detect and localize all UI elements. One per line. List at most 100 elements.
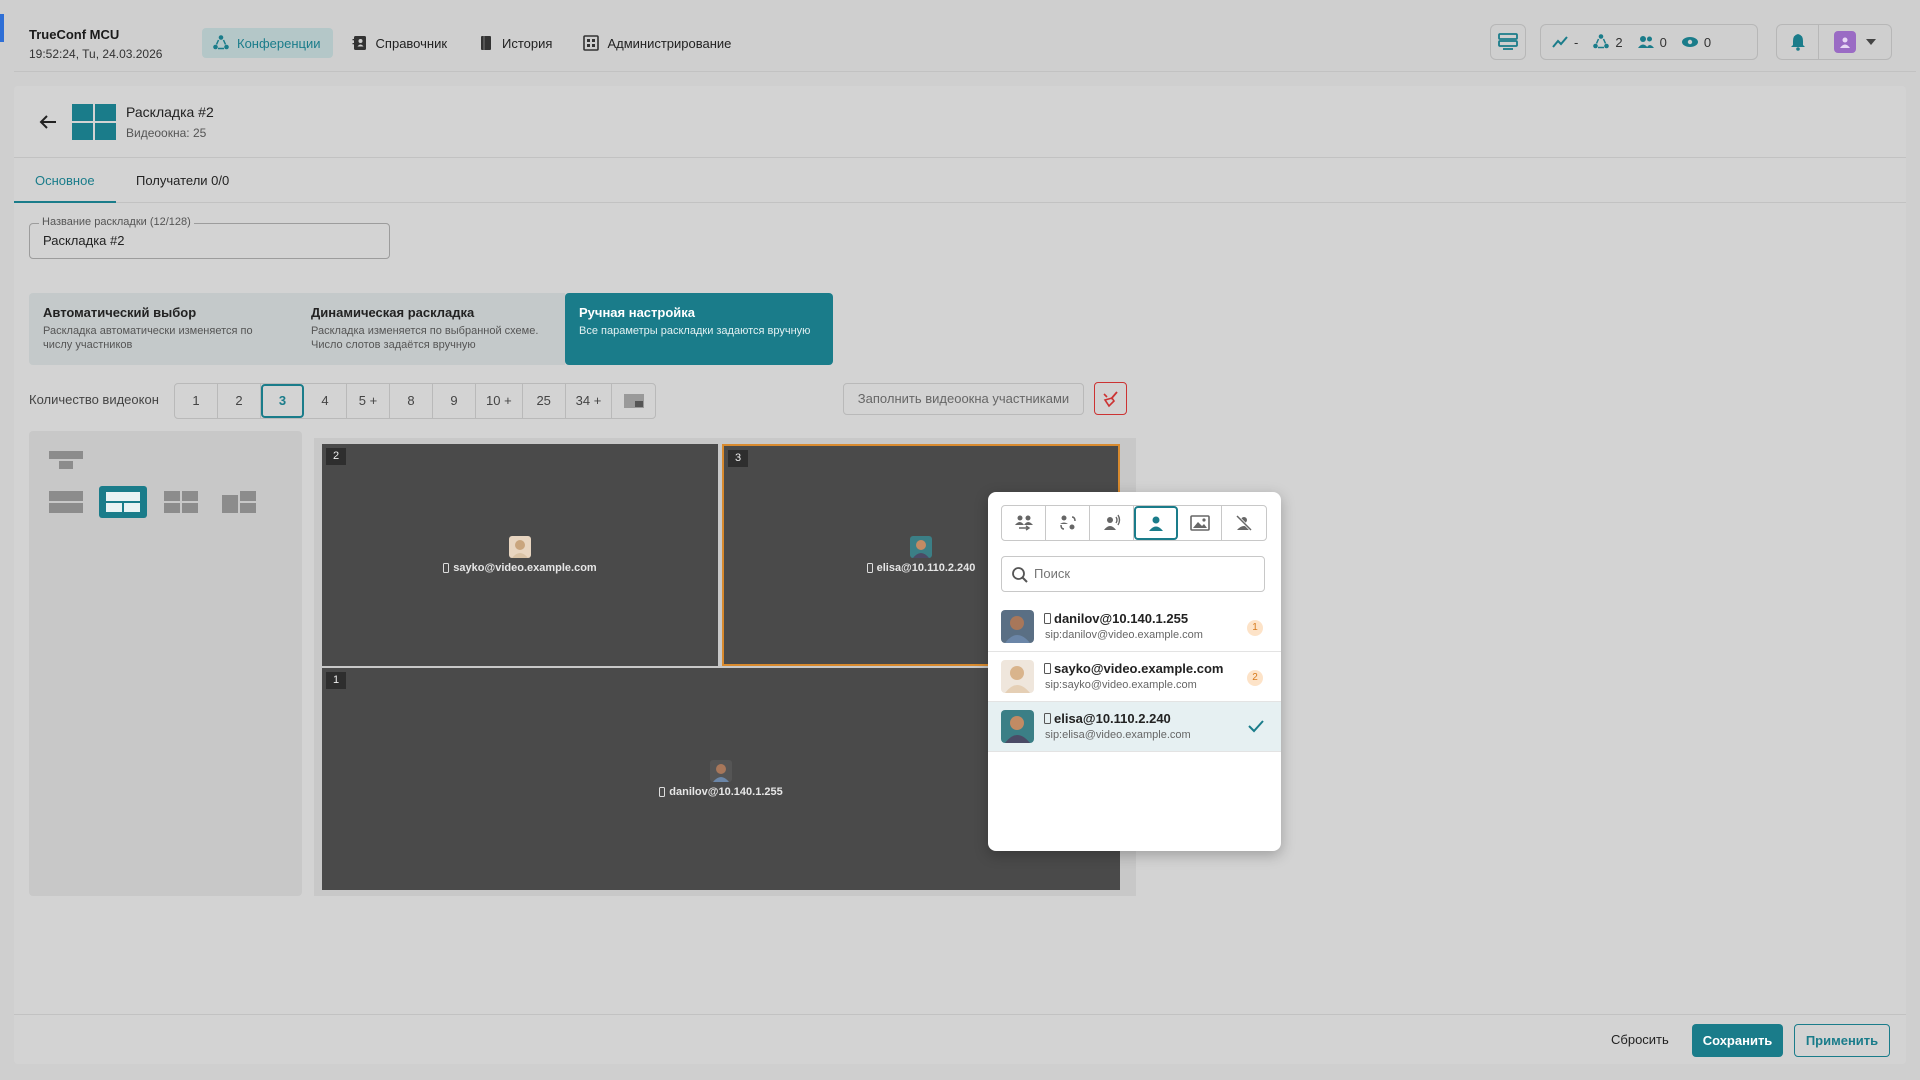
participant-sip: sip:elisa@video.example.com xyxy=(1045,729,1191,741)
source-speaker-button[interactable] xyxy=(1090,506,1134,540)
fill-slots-button[interactable]: Заполнить видеоокна участниками xyxy=(843,383,1084,415)
scheme-two-rows-icon[interactable] xyxy=(49,491,83,513)
mode-auto[interactable]: Автоматический выбор Раскладка автоматич… xyxy=(29,293,297,365)
scheme-grid-icon[interactable] xyxy=(164,491,198,513)
tab-main[interactable]: Основное xyxy=(14,159,116,203)
stat-conferences: 2 xyxy=(1592,33,1623,51)
mode-auto-desc: Раскладка автоматически изменяется по чи… xyxy=(43,325,253,351)
slot-participant-name: danilov@10.140.1.255 xyxy=(669,786,783,798)
reset-button[interactable]: Сбросить xyxy=(1611,1032,1669,1047)
phone-small-icon xyxy=(1044,613,1051,624)
user-controls xyxy=(1776,24,1892,60)
layout-mode-selector: Автоматический выбор Раскладка автоматич… xyxy=(29,293,833,365)
count-option[interactable]: 4 xyxy=(304,384,347,418)
participant-search-input[interactable] xyxy=(1034,566,1254,581)
save-button[interactable]: Сохранить xyxy=(1692,1024,1783,1057)
participant-item-selected[interactable]: elisa@10.110.2.240 sip:elisa@video.examp… xyxy=(988,702,1281,752)
eye-icon xyxy=(1681,37,1698,47)
clear-slots-button[interactable] xyxy=(1094,382,1127,415)
apply-button[interactable]: Применить xyxy=(1794,1024,1890,1057)
conferences-icon xyxy=(1593,34,1610,49)
participant-name: elisa@10.110.2.240 xyxy=(1044,711,1171,726)
back-arrow-icon[interactable] xyxy=(34,108,62,136)
participant-avatar xyxy=(1001,610,1034,643)
stat-viewers-value: 0 xyxy=(1703,34,1712,50)
layout-name-field: Название раскладки (12/128) xyxy=(29,216,390,259)
participant-name: sayko@video.example.com xyxy=(1044,661,1223,676)
search-icon xyxy=(1012,567,1028,583)
stat-participants: 0 xyxy=(1637,33,1667,51)
chart-line-icon xyxy=(1552,36,1568,48)
stats-panel[interactable]: - 2 0 0 xyxy=(1540,24,1758,60)
source-rotate-button[interactable] xyxy=(1046,506,1090,540)
user-icon xyxy=(1149,516,1163,531)
broom-icon xyxy=(1102,390,1118,407)
notifications-button[interactable] xyxy=(1777,25,1819,59)
source-none-button[interactable] xyxy=(1222,506,1266,540)
slot-participant-name: sayko@video.example.com xyxy=(453,562,597,574)
user-menu-button[interactable] xyxy=(1819,25,1891,59)
count-option[interactable]: 2 xyxy=(218,384,261,418)
source-auto-button[interactable] xyxy=(1002,506,1046,540)
admin-icon xyxy=(583,35,600,51)
count-option[interactable]: 1 xyxy=(175,384,218,418)
server-button[interactable] xyxy=(1490,24,1526,60)
nav-address-book-label: Справочник xyxy=(375,35,448,51)
bell-icon xyxy=(1790,34,1805,51)
footer-actions: Сбросить Сохранить Применить xyxy=(14,1014,1906,1064)
layout-grid-icon xyxy=(72,104,116,140)
tab-recipients[interactable]: Получатели 0/0 xyxy=(115,159,250,203)
source-participant-button[interactable] xyxy=(1134,506,1178,540)
pip-layout-icon xyxy=(623,394,644,408)
nav-administration[interactable]: Администрирование xyxy=(572,28,743,58)
count-option-custom[interactable] xyxy=(612,384,655,418)
nav-conferences[interactable]: Конференции xyxy=(202,28,333,58)
mode-dynamic[interactable]: Динамическая раскладка Раскладка изменяе… xyxy=(297,293,565,365)
scheme-one-over-two[interactable] xyxy=(99,486,147,518)
layout-schemes-panel xyxy=(29,431,302,896)
scheme-two-stacked-icon[interactable] xyxy=(49,451,83,473)
scheme-side-icon[interactable] xyxy=(222,491,256,513)
participant-item[interactable]: sayko@video.example.com sip:sayko@video.… xyxy=(988,652,1281,702)
count-option[interactable]: 5 + xyxy=(347,384,390,418)
server-button-wrap xyxy=(1490,24,1526,60)
slot-content: sayko@video.example.com xyxy=(322,536,718,574)
nav-history[interactable]: История xyxy=(467,28,564,58)
layout-name-label: Название раскладки (12/128) xyxy=(39,216,194,228)
mode-manual-desc: Все параметры раскладки задаются вручную xyxy=(579,325,811,337)
source-image-button[interactable] xyxy=(1178,506,1222,540)
layout-editor-panel: Раскладка #2 Видеоокна: 25 Основное Полу… xyxy=(14,86,1906,1064)
count-option-selected[interactable]: 3 xyxy=(261,384,304,418)
count-option[interactable]: 25 xyxy=(523,384,566,418)
layout-name-input[interactable] xyxy=(43,233,373,248)
slot-participant-name: elisa@10.110.2.240 xyxy=(876,562,976,574)
participant-sip: sip:danilov@video.example.com xyxy=(1045,629,1203,641)
phone-small-icon xyxy=(659,787,666,797)
count-option[interactable]: 10 + xyxy=(476,384,523,418)
nav-conferences-label: Конференции xyxy=(237,35,321,51)
slot-number: 2 xyxy=(326,448,346,465)
stat-participants-value: 0 xyxy=(1659,34,1667,50)
participant-name-text: elisa@10.110.2.240 xyxy=(1054,711,1171,726)
mode-manual[interactable]: Ручная настройка Все параметры раскладки… xyxy=(565,293,833,365)
top-bar: TrueConf MCU 19:52:24, Tu, 24.03.2026 Ко… xyxy=(0,0,1920,72)
participant-item[interactable]: danilov@10.140.1.255 sip:danilov@video.e… xyxy=(988,602,1281,652)
participant-search xyxy=(1001,556,1265,592)
count-option[interactable]: 8 xyxy=(390,384,433,418)
nav-history-label: История xyxy=(502,35,553,51)
nav-address-book[interactable]: Справочник xyxy=(341,28,460,58)
speaker-icon xyxy=(1103,514,1120,530)
participant-picker-popup: danilov@10.140.1.255 sip:danilov@video.e… xyxy=(988,492,1281,851)
mode-dynamic-title: Динамическая раскладка xyxy=(311,305,475,320)
video-slot[interactable]: 2 sayko@video.example.com xyxy=(322,444,718,666)
mode-auto-title: Автоматический выбор xyxy=(43,305,197,320)
slot-participant: sayko@video.example.com xyxy=(443,562,597,574)
count-option[interactable]: 9 xyxy=(433,384,476,418)
participant-sip: sip:sayko@video.example.com xyxy=(1045,679,1197,691)
participant-name: danilov@10.140.1.255 xyxy=(1044,611,1188,626)
count-option[interactable]: 34 + xyxy=(566,384,613,418)
participant-avatar xyxy=(710,760,732,782)
slot-badge: 1 xyxy=(1247,620,1263,636)
history-icon xyxy=(481,36,492,50)
mode-dynamic-desc: Раскладка изменяется по выбранной схеме.… xyxy=(311,325,539,351)
